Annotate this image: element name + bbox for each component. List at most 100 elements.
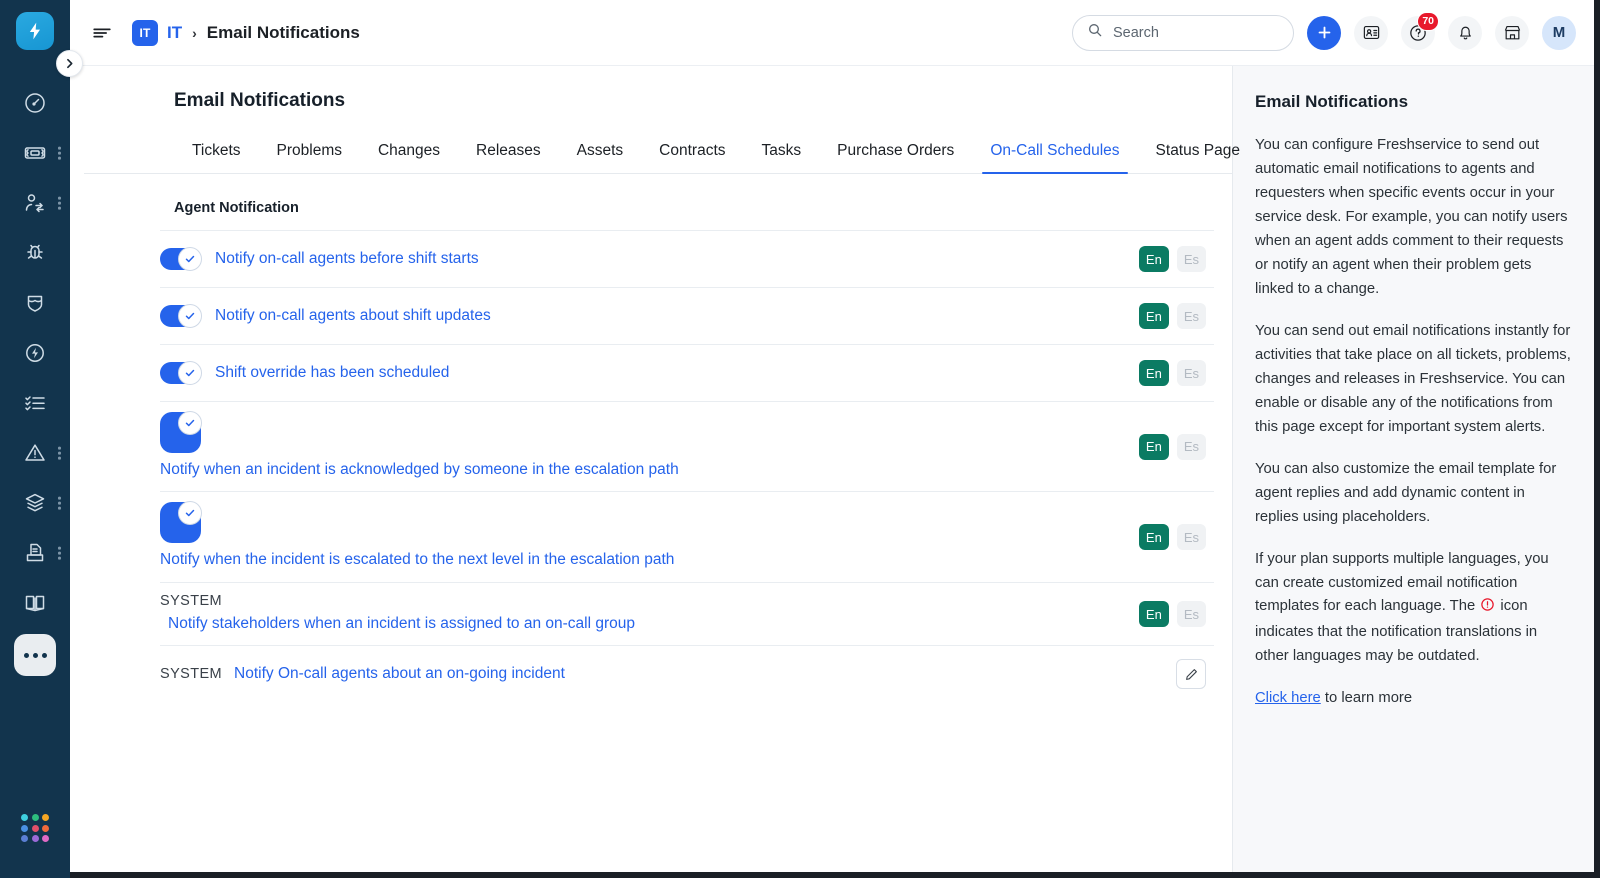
switcher-dot bbox=[21, 814, 28, 821]
sidebar-item-releases[interactable] bbox=[0, 328, 70, 378]
section-title: Agent Notification bbox=[174, 200, 299, 216]
sidebar-item-tasks[interactable] bbox=[0, 378, 70, 428]
language-badge-en[interactable]: En bbox=[1138, 601, 1169, 628]
sidebar-item-contracts[interactable] bbox=[0, 528, 70, 578]
ticket-icon bbox=[22, 140, 48, 166]
language-badge-es[interactable]: Es bbox=[1176, 433, 1206, 460]
notification-row-actions: En Es bbox=[1138, 360, 1214, 386]
checklist-icon bbox=[22, 390, 48, 416]
sidebar-item-assets[interactable] bbox=[0, 478, 70, 528]
notification-label[interactable]: Notify when the incident is escalated to… bbox=[160, 549, 674, 571]
learn-more-suffix: to learn more bbox=[1320, 690, 1413, 707]
tab-status-page[interactable]: Status Page bbox=[1138, 134, 1258, 173]
tab-assets[interactable]: Assets bbox=[559, 134, 642, 173]
notification-row-main: Notify on-call agents before shift start… bbox=[160, 247, 1139, 271]
language-badge-es[interactable]: Es bbox=[1176, 246, 1206, 272]
more-dots-icon[interactable] bbox=[14, 634, 56, 676]
workspace-badge[interactable]: IT bbox=[132, 19, 158, 46]
hamburger-icon[interactable] bbox=[90, 21, 114, 45]
notification-row-actions: En Es bbox=[1138, 433, 1214, 460]
check-icon bbox=[178, 411, 202, 435]
sidebar-item-changes[interactable] bbox=[0, 278, 70, 328]
tab-tickets[interactable]: Tickets bbox=[174, 134, 259, 173]
language-badge-en[interactable]: En bbox=[1138, 246, 1169, 272]
tab-tasks[interactable]: Tasks bbox=[744, 134, 820, 173]
breadcrumb-separator: › bbox=[192, 24, 197, 41]
body-split: Email Notifications Tickets Problems Chang… bbox=[70, 66, 1600, 878]
tab-problems[interactable]: Problems bbox=[259, 134, 360, 173]
sidebar-more-button[interactable] bbox=[0, 628, 70, 678]
notification-label[interactable]: Notify stakeholders when an incident is … bbox=[160, 613, 635, 635]
tab-bar: Tickets Problems Changes Releases Assets Cont… bbox=[84, 134, 1240, 174]
sidebar-item-solutions[interactable] bbox=[0, 578, 70, 628]
language-badge-es[interactable]: Es bbox=[1176, 524, 1206, 551]
language-badge-es[interactable]: Es bbox=[1176, 360, 1206, 386]
user-swap-icon bbox=[22, 190, 48, 216]
check-icon bbox=[178, 501, 202, 526]
notification-toggle[interactable] bbox=[160, 247, 202, 271]
language-badge-en[interactable]: En bbox=[1138, 433, 1169, 460]
notification-row: SYSTEM Notify On-call agents about an on-… bbox=[160, 645, 1214, 702]
search-input[interactable] bbox=[1113, 24, 1279, 41]
notification-row-main: Notify on-call agents about shift update… bbox=[160, 304, 1139, 328]
switcher-dot bbox=[31, 824, 39, 832]
notification-label[interactable]: Notify on-call agents before shift start… bbox=[215, 248, 479, 270]
tab-releases[interactable]: Releases bbox=[458, 134, 559, 173]
notification-label[interactable]: Shift override has been scheduled bbox=[215, 362, 449, 384]
switcher-dot bbox=[31, 835, 39, 842]
system-notification-block: SYSTEM Notify On-call agents about an on-… bbox=[160, 663, 565, 685]
notification-toggle[interactable] bbox=[160, 501, 202, 544]
switcher-dot bbox=[21, 824, 28, 832]
sidebar-item-menu-icon[interactable] bbox=[58, 446, 61, 460]
sidebar-item-menu-icon[interactable] bbox=[58, 196, 61, 210]
product-switcher-icon[interactable] bbox=[21, 814, 49, 842]
sidebar-item-requesters[interactable] bbox=[0, 178, 70, 228]
language-badge-es[interactable]: Es bbox=[1176, 601, 1206, 628]
global-search[interactable] bbox=[1072, 14, 1294, 51]
info-panel: Email Notifications You can configure Fr… bbox=[1232, 66, 1600, 878]
notification-label[interactable]: Notify on-call agents about shift update… bbox=[215, 305, 491, 327]
sidebar-item-tickets[interactable] bbox=[0, 128, 70, 178]
search-icon bbox=[1087, 22, 1103, 43]
pencil-edit-icon[interactable] bbox=[1176, 659, 1206, 690]
notification-toggle[interactable] bbox=[160, 411, 202, 453]
warning-triangle-icon bbox=[22, 440, 48, 466]
help-button[interactable]: 70 bbox=[1401, 11, 1439, 50]
contacts-button[interactable] bbox=[1354, 15, 1388, 50]
info-paragraph: You can send out email notifications ins… bbox=[1255, 322, 1571, 435]
sidebar-item-menu-icon[interactable] bbox=[58, 496, 61, 510]
check-icon bbox=[178, 247, 202, 271]
sidebar-collapse-toggle[interactable] bbox=[56, 50, 83, 77]
switcher-dot bbox=[31, 814, 39, 821]
language-badge-en[interactable]: En bbox=[1138, 303, 1169, 329]
notification-toggle[interactable] bbox=[160, 361, 202, 385]
freshservice-bolt-logo[interactable] bbox=[16, 12, 54, 50]
sidebar-item-alerts[interactable] bbox=[0, 428, 70, 478]
tab-on-call-schedules[interactable]: On-Call Schedules bbox=[972, 134, 1137, 174]
plus-icon bbox=[1318, 26, 1330, 39]
lightning-circle-icon bbox=[22, 340, 48, 366]
tab-purchase-orders[interactable]: Purchase Orders bbox=[819, 134, 972, 173]
notification-toggle[interactable] bbox=[160, 304, 202, 328]
language-badge-en[interactable]: En bbox=[1138, 524, 1169, 551]
user-avatar[interactable]: M bbox=[1542, 15, 1576, 50]
sidebar-item-menu-icon[interactable] bbox=[58, 146, 61, 160]
sidebar-item-menu-icon[interactable] bbox=[58, 546, 61, 560]
tab-changes[interactable]: Changes bbox=[360, 134, 458, 173]
sidebar-item-problems[interactable] bbox=[0, 228, 70, 278]
language-badge-en[interactable]: En bbox=[1138, 360, 1169, 386]
sidebar-item-dashboard[interactable] bbox=[0, 78, 70, 128]
tab-contracts[interactable]: Contracts bbox=[641, 134, 743, 173]
language-badge-es[interactable]: Es bbox=[1176, 303, 1206, 329]
add-new-button[interactable] bbox=[1307, 15, 1341, 50]
main-column: Email Notifications Tickets Problems Chang… bbox=[70, 66, 1240, 878]
system-tag: SYSTEM bbox=[160, 666, 223, 683]
breadcrumb-link-it[interactable]: IT bbox=[167, 23, 182, 43]
notification-label[interactable]: Notify when an incident is acknowledged … bbox=[160, 459, 679, 481]
left-sidebar bbox=[0, 0, 70, 878]
notifications-button[interactable] bbox=[1448, 15, 1482, 50]
click-here-link[interactable]: Click here bbox=[1255, 690, 1321, 706]
marketplace-button[interactable] bbox=[1495, 15, 1529, 50]
notification-label[interactable]: Notify On-call agents about an on-going … bbox=[234, 663, 565, 685]
layers-icon bbox=[22, 490, 48, 516]
